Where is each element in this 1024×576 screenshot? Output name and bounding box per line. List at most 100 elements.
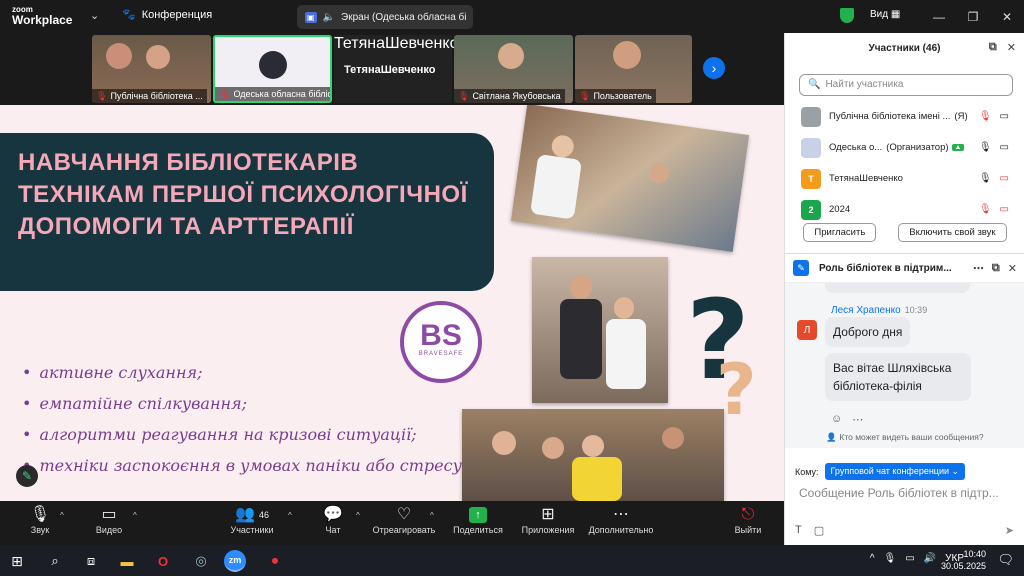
- shield-icon[interactable]: [840, 8, 854, 23]
- more-icon[interactable]: ⋯: [973, 262, 984, 275]
- message-sender: Леся Храпенко 10:39: [831, 305, 927, 316]
- screen-share-indicator[interactable]: ▣ 🔈 Экран (Одеська обласна бі ⋯: [297, 5, 473, 29]
- close-icon[interactable]: ✕: [1008, 262, 1017, 275]
- task-view-icon[interactable]: ⧈: [78, 550, 104, 572]
- close-icon[interactable]: ✕: [990, 0, 1024, 33]
- leave-button[interactable]: ⎋ Выйти: [734, 505, 762, 535]
- video-options-caret[interactable]: ^: [133, 511, 137, 520]
- video-camera-icon[interactable]: ▭: [1000, 111, 1009, 122]
- participant-tag: (Я): [954, 111, 968, 122]
- chat-options-caret[interactable]: ^: [356, 511, 360, 520]
- participants-button[interactable]: 👥 46 Участники: [226, 505, 278, 535]
- video-button[interactable]: ▭ Видео: [94, 505, 124, 535]
- participant-row[interactable]: Т ТетянаШевченко 🎙 ▭: [785, 163, 1024, 194]
- zoom-logo: zoom Workplace: [12, 4, 72, 26]
- avatar: Т: [801, 168, 821, 189]
- mic-off-icon[interactable]: 🎙: [979, 111, 992, 122]
- title-bar: zoom Workplace ⌄ 🐾 Конференция ▣ 🔈 Экран…: [0, 0, 1024, 33]
- mic-off-icon[interactable]: 🎙: [979, 204, 992, 215]
- view-button[interactable]: Вид ▦: [870, 9, 900, 20]
- restore-icon[interactable]: ❐: [956, 0, 990, 33]
- windows-start-icon[interactable]: ⊞: [4, 550, 30, 572]
- video-tile[interactable]: ТетянаШевченко ТетянаШевченко: [334, 35, 458, 103]
- clock[interactable]: 10:40 30.05.2025: [941, 548, 986, 572]
- close-icon[interactable]: ✕: [1007, 41, 1016, 54]
- participant-search-input[interactable]: 🔍 Найти участника: [799, 74, 1013, 96]
- message-time: 10:39: [904, 305, 928, 315]
- volume-icon[interactable]: 🔊: [924, 553, 936, 564]
- participant-row[interactable]: 2 2024 🎙 ▭: [785, 194, 1024, 225]
- chat-button[interactable]: 💬 Чат: [322, 505, 344, 535]
- minimize-icon[interactable]: —: [922, 0, 956, 33]
- video-off-icon[interactable]: ▭: [1000, 204, 1009, 215]
- participant-row[interactable]: Публічна бібліотека імені ... (Я) 🎙 ▭: [785, 101, 1024, 132]
- person-icon: 👤: [826, 432, 837, 442]
- file-explorer-icon[interactable]: ▬: [114, 550, 140, 572]
- chevron-up-icon[interactable]: ^: [870, 553, 875, 564]
- add-reaction-icon[interactable]: ☺: [831, 413, 842, 426]
- video-tile[interactable]: 🎙 Одеська обласна бібліо...: [213, 35, 332, 103]
- chat-message-input[interactable]: Сообщение Роль бібліотек в підтр...: [799, 486, 1019, 500]
- react-button[interactable]: ♡ Отреагировать: [372, 505, 436, 535]
- opera-icon[interactable]: O: [150, 550, 176, 572]
- chat-message: Вас вітає Шляхівська бібліотека-філія: [825, 353, 971, 401]
- more-button[interactable]: ⋯ Дополнительно: [588, 505, 654, 535]
- visibility-note[interactable]: 👤 Кто может видеть ваши сообщения?: [785, 432, 1024, 446]
- message-actions: ☺ ⋯: [831, 413, 863, 426]
- network-icon[interactable]: ▭: [905, 553, 914, 564]
- app-icon[interactable]: ◎: [188, 550, 214, 572]
- participant-name: Одеська обласна бібліо...: [233, 89, 332, 99]
- mic-icon[interactable]: 🎙: [979, 173, 992, 184]
- chat-title: Роль бібліотек в підтрим...: [819, 262, 952, 274]
- meeting-stage: 🎙 Публічна бібліотека ... 🎙 Одеська обласн…: [0, 33, 784, 501]
- recipient-select[interactable]: Групповой чат конференции ⌄: [824, 463, 966, 480]
- chevron-right-icon: ›: [711, 60, 717, 76]
- invite-button[interactable]: Пригласить: [803, 223, 877, 242]
- video-tile[interactable]: 🎙 Публічна бібліотека ...: [92, 35, 211, 103]
- zoom-app-icon[interactable]: zm: [224, 550, 246, 572]
- attach-file-icon[interactable]: ▢: [814, 524, 824, 537]
- send-icon[interactable]: ➤: [1005, 524, 1014, 537]
- windows-taskbar: ⊞ ⌕ ⧈ ▬ O ◎ zm ⏺ ^ 🎙 ▭ 🔊 УКР 10:40 30.05…: [0, 545, 1024, 576]
- more-icon[interactable]: ⋯: [472, 12, 473, 23]
- share-button[interactable]: ↑ Поделиться: [452, 505, 504, 535]
- search-placeholder: Найти участника: [825, 79, 904, 90]
- video-off-icon[interactable]: ▭: [1000, 173, 1009, 184]
- participant-row[interactable]: Одеська о... (Организатор) ▲ 🎙 ▭: [785, 132, 1024, 163]
- audio-options-caret[interactable]: ^: [60, 511, 64, 520]
- logo-line2: Workplace: [12, 13, 73, 27]
- popout-icon[interactable]: ⧉: [989, 41, 997, 54]
- react-options-caret[interactable]: ^: [430, 511, 434, 520]
- mic-icon[interactable]: 🎙: [884, 553, 897, 564]
- chat-message: Доброго дня: [825, 317, 911, 347]
- sender-name: Леся Храпенко: [831, 305, 901, 316]
- bullet-item: активне слухання;: [22, 357, 482, 388]
- video-label: Видео: [95, 525, 123, 535]
- chevron-down-icon[interactable]: ⌄: [90, 9, 99, 22]
- logo-main: BS: [420, 319, 462, 352]
- format-text-icon[interactable]: T: [795, 524, 802, 537]
- clock-time: 10:40: [963, 549, 986, 559]
- record-icon[interactable]: ⏺: [262, 550, 288, 572]
- chat-icon: 💬: [323, 506, 343, 523]
- popout-icon[interactable]: ⧉: [992, 262, 1000, 275]
- video-tile[interactable]: 🎙 Світлана Якубовська: [454, 35, 573, 103]
- view-grid-icon: ▦: [890, 9, 901, 20]
- participant-name: ТетянаШевченко: [334, 35, 459, 52]
- video-tile[interactable]: 🎙 Пользователь: [575, 35, 692, 103]
- video-camera-icon[interactable]: ▭: [1000, 142, 1009, 153]
- apps-button[interactable]: ⊞ Приложения: [520, 505, 576, 535]
- mic-icon[interactable]: 🎙: [979, 142, 992, 153]
- participant-name: Публічна бібліотека імені ...: [829, 111, 951, 122]
- notifications-icon[interactable]: 🗨: [997, 552, 1014, 568]
- meeting-info-button[interactable]: 🐾 Конференция: [122, 8, 212, 22]
- participants-options-caret[interactable]: ^: [288, 511, 292, 520]
- unmute-self-button[interactable]: Включить свой звук: [898, 223, 1007, 242]
- next-page-button[interactable]: ›: [703, 57, 725, 79]
- search-icon[interactable]: ⌕: [42, 550, 68, 572]
- audio-button[interactable]: 🎙 Звук: [26, 505, 54, 535]
- avatar: [801, 137, 821, 158]
- more-icon[interactable]: ⋯: [852, 413, 863, 426]
- mic-off-icon: 🎙: [219, 88, 231, 99]
- annotate-pencil-icon[interactable]: ✎: [16, 465, 38, 487]
